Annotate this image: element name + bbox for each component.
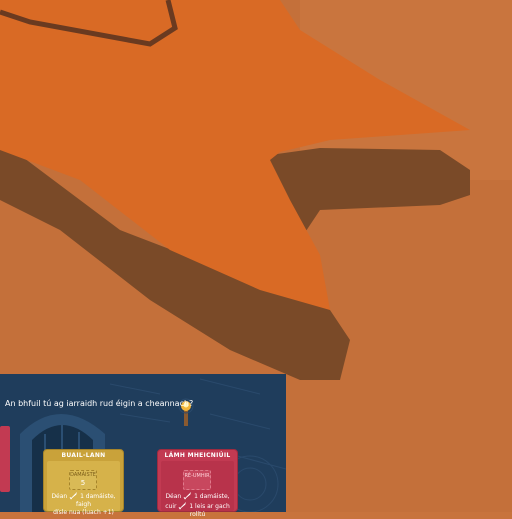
card-title: LÁMH MHEICNIÚIL bbox=[164, 452, 231, 459]
sword-icon bbox=[178, 501, 187, 510]
card-desc-word2: cuir bbox=[165, 503, 177, 510]
card-desc-word: Déan bbox=[51, 493, 68, 500]
sword-icon bbox=[183, 491, 192, 500]
card-desc-line2: dísle nua (luach +1) bbox=[53, 509, 114, 516]
card-title: BUAIL-LANN bbox=[61, 452, 106, 459]
slot-value: 5 bbox=[80, 479, 86, 487]
dice-slot[interactable]: RÉ-UMHIR bbox=[183, 470, 211, 490]
sword-icon bbox=[69, 491, 78, 500]
card-desc-text: 1 damáiste, bbox=[194, 493, 230, 500]
card-description: Déan 1 damáiste, faigh dísle nua (luach … bbox=[43, 491, 124, 517]
card-desc-text2: 1 leis ar gach rolltú bbox=[189, 503, 230, 518]
slot-label: RÉ-UMHIR bbox=[184, 473, 210, 479]
card-desc-text: 1 damáiste, faigh bbox=[75, 493, 116, 508]
slot-label: DAMÁISTE bbox=[70, 472, 96, 478]
shop-prompt: An bhfuil tú ag iarraidh rud éigin a che… bbox=[5, 399, 194, 408]
card-desc-word: Déan bbox=[165, 493, 182, 500]
card-description: Déan 1 damáiste, cuir 1 leis ar gach rol… bbox=[157, 491, 238, 519]
dice-slot[interactable]: DAMÁISTE 5 bbox=[69, 470, 97, 490]
